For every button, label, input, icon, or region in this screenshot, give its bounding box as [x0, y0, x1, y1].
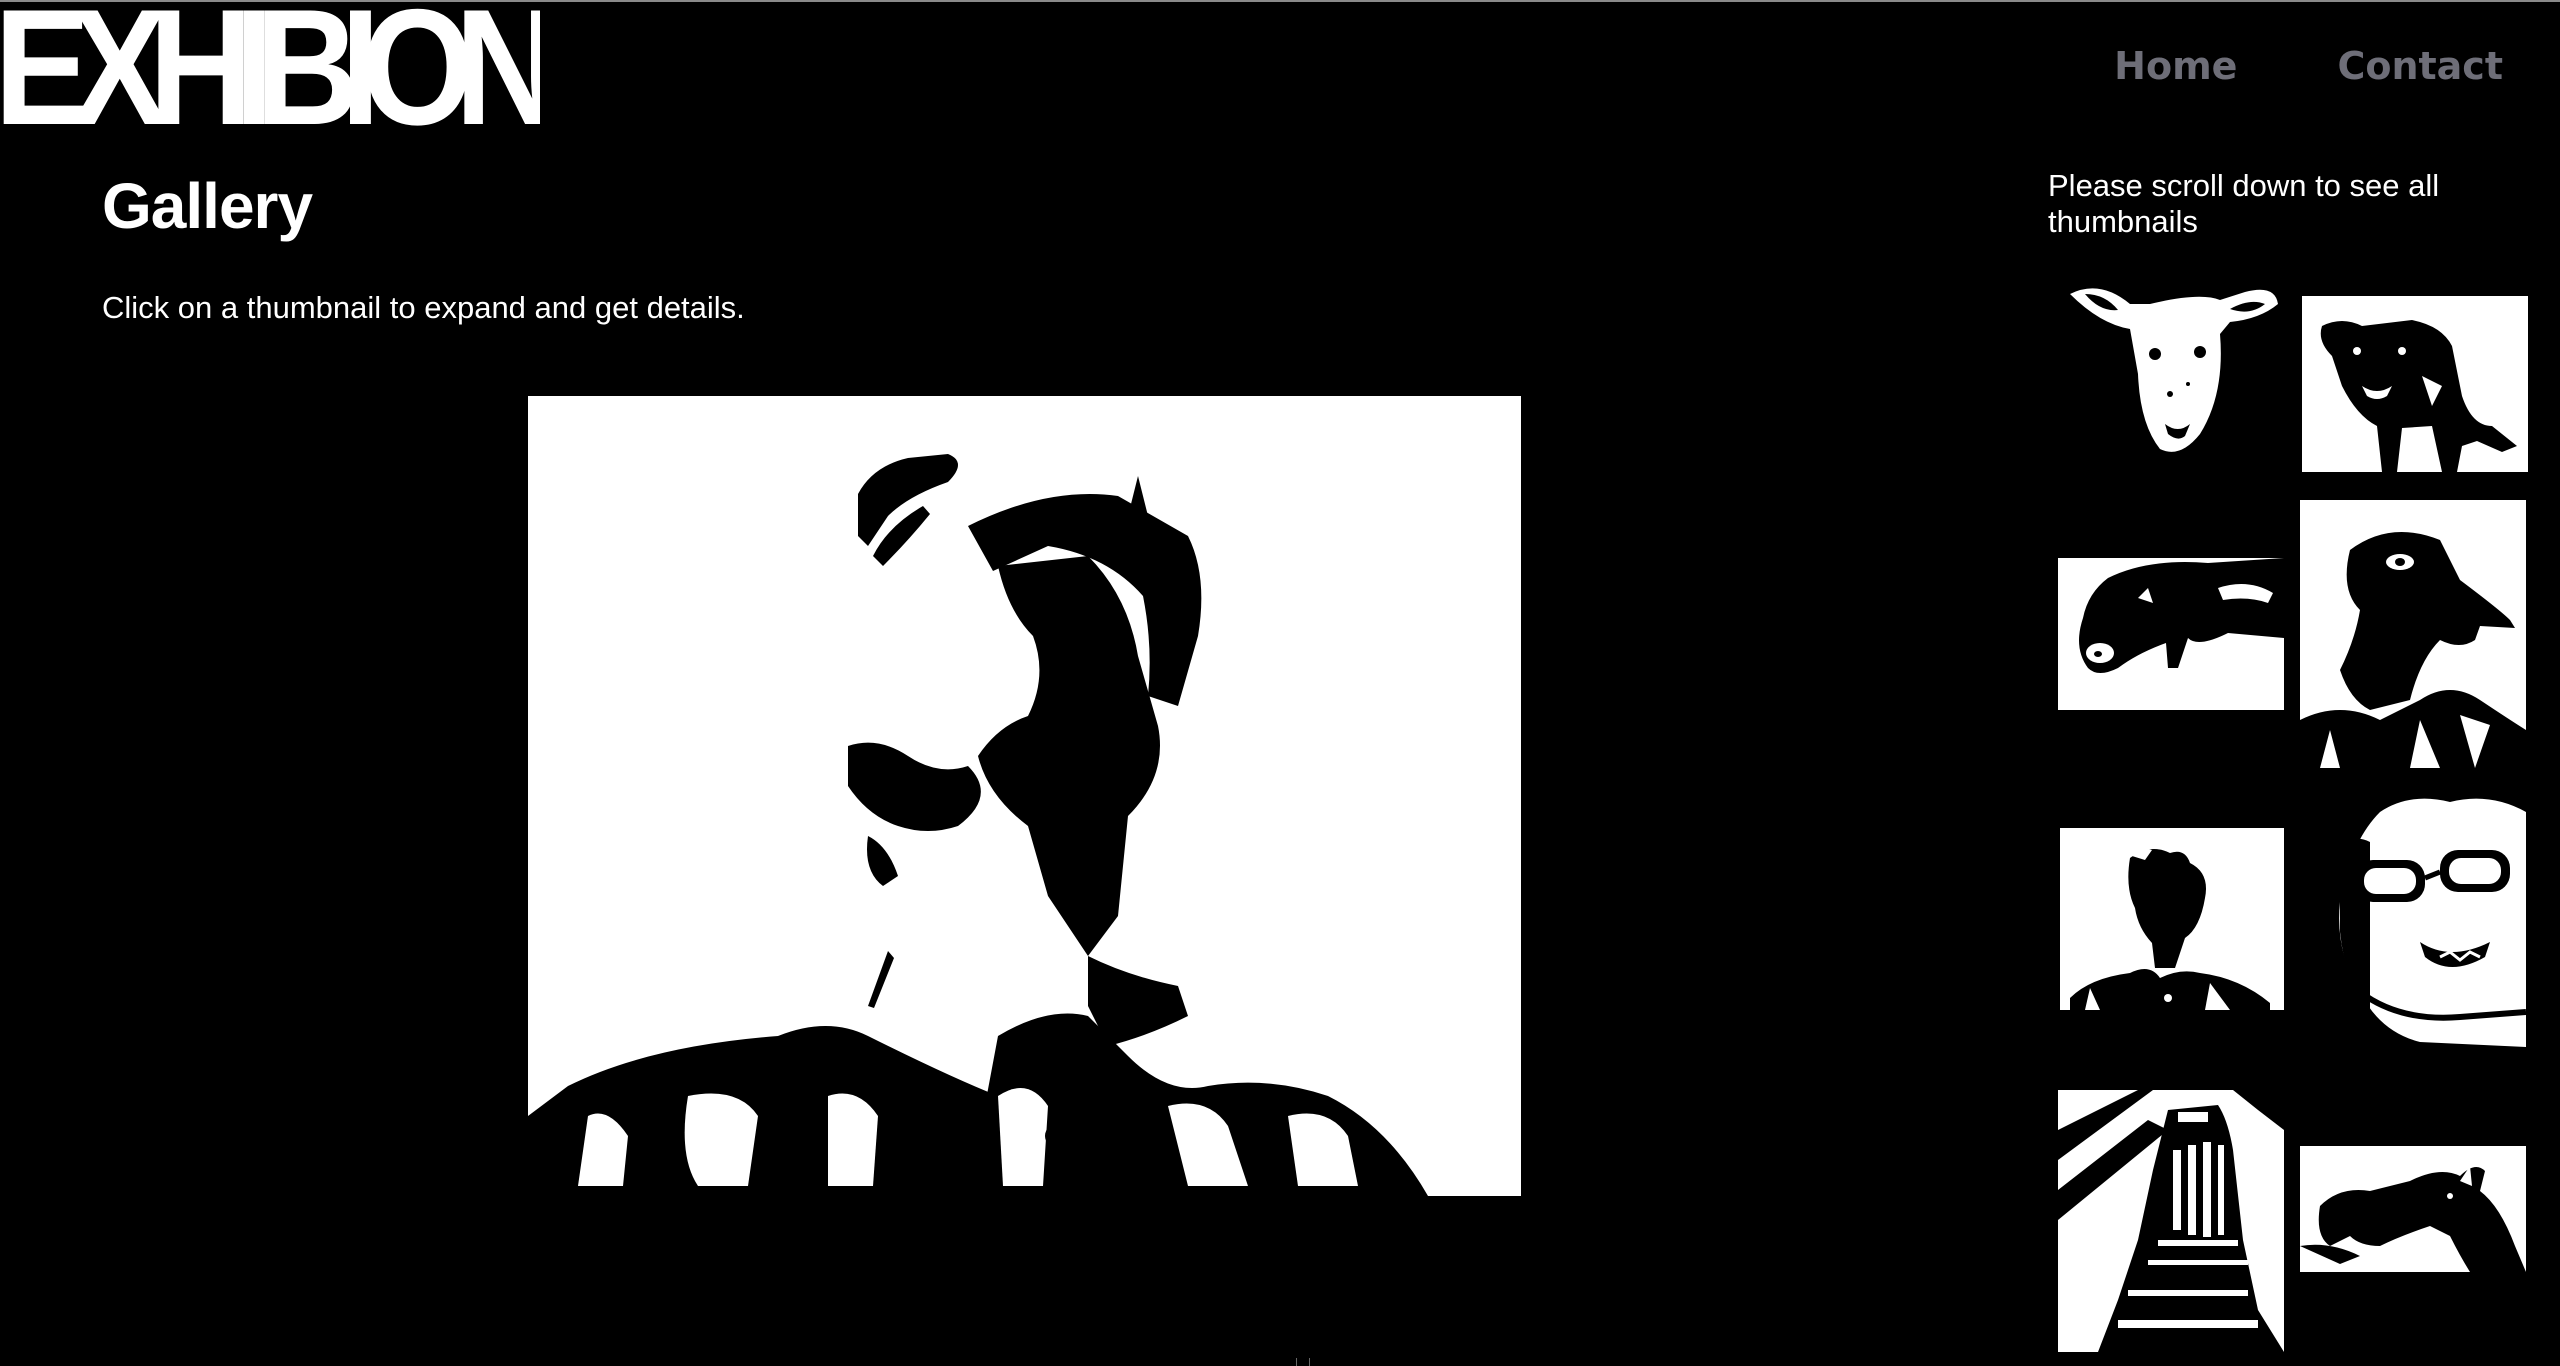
- thumbnail-goggles-face[interactable]: [2300, 782, 2526, 1054]
- thumbnail-sheep[interactable]: [2060, 274, 2284, 460]
- nav-home-link[interactable]: Home: [2114, 44, 2237, 88]
- nav-contact-link[interactable]: Contact: [2337, 44, 2503, 88]
- sheep-image: [2060, 274, 2284, 460]
- pig-suit-image: [2300, 500, 2526, 768]
- bull-image: [2302, 296, 2528, 472]
- person-portrait-image: [2060, 828, 2284, 1010]
- main-nav: Home Contact: [2114, 40, 2560, 92]
- thumbnail-bull[interactable]: [2302, 296, 2528, 472]
- preview-image[interactable]: [528, 396, 1521, 1196]
- thumbnail-pig[interactable]: [2058, 558, 2284, 710]
- scroll-indicator: [1296, 1358, 1310, 1366]
- pig-image: [2058, 558, 2284, 710]
- logo[interactable]: EXHIBION: [0, 2, 540, 126]
- page-title: Gallery: [102, 170, 313, 242]
- tower-image: [2058, 1090, 2284, 1352]
- thumbnail-tower[interactable]: [2058, 1090, 2284, 1352]
- thumbnail-pig-suit[interactable]: [2300, 500, 2526, 768]
- instruction-text: Click on a thumbnail to expand and get d…: [102, 290, 745, 325]
- thumbnail-person-portrait[interactable]: [2060, 828, 2284, 1010]
- logo-text: EXHIBION: [0, 2, 540, 126]
- goggles-face-image: [2300, 782, 2526, 1054]
- thumbnail-sidebar: Please scroll down to see all thumbnails: [2048, 168, 2528, 240]
- thumbnail-animal[interactable]: [2300, 1146, 2526, 1272]
- animal-image: [2300, 1146, 2526, 1272]
- portrait-silhouette-image: [528, 396, 1521, 1196]
- scroll-note: Please scroll down to see all thumbnails: [2048, 168, 2440, 239]
